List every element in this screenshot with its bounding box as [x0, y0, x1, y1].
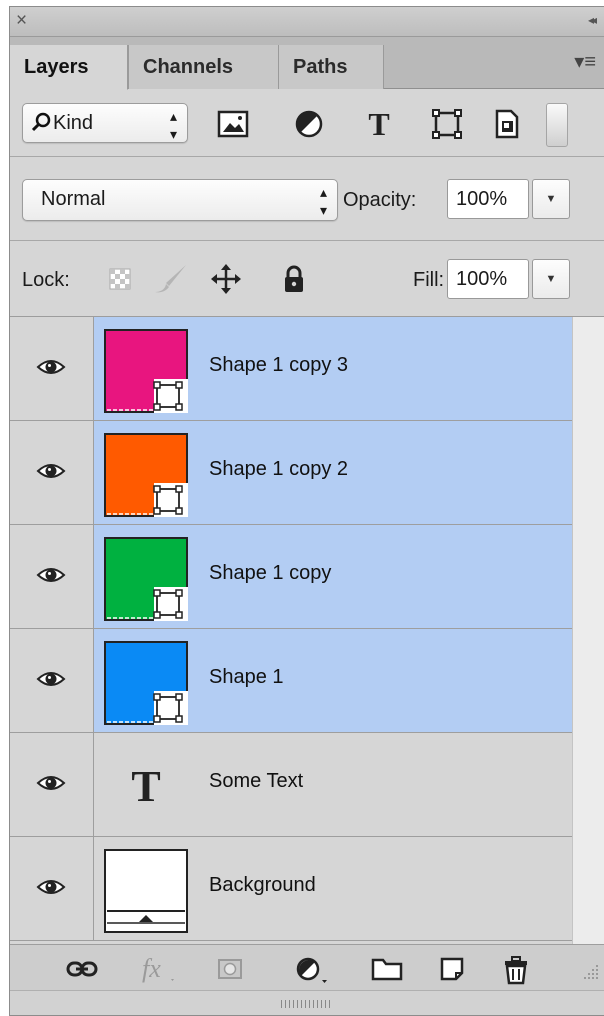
- tab-channels[interactable]: Channels: [128, 45, 279, 89]
- visibility-toggle[interactable]: [10, 421, 94, 524]
- collapse-panel-icon[interactable]: ◂◂: [588, 13, 597, 27]
- lock-image-pixels-icon[interactable]: [150, 263, 186, 295]
- fill-dropdown-button[interactable]: ▼: [532, 259, 570, 299]
- delete-layer-icon[interactable]: [502, 955, 530, 985]
- eye-icon: [36, 880, 66, 894]
- search-icon: [31, 104, 51, 155]
- eye-icon: [36, 464, 66, 478]
- filter-kind-label: Kind: [53, 112, 94, 134]
- link-layers-icon[interactable]: [66, 955, 98, 983]
- grip-icon: [281, 1000, 331, 1008]
- text-layer-icon: T: [104, 745, 188, 829]
- eye-icon: [36, 672, 66, 686]
- layer-filter-row: Kind ▴ ▾ T: [10, 89, 604, 157]
- layers-list: Shape 1 copy 3 Shape 1 copy 2 Shape 1 copy…: [10, 317, 572, 944]
- blend-mode-select[interactable]: Normal ▴ ▾: [22, 179, 338, 221]
- lock-row: Lock: Fill: 100% ▼: [10, 241, 604, 317]
- layer-name[interactable]: Shape 1 copy 3: [209, 354, 348, 377]
- visibility-toggle[interactable]: [10, 733, 94, 836]
- shape-layer-filter-icon[interactable]: [430, 107, 464, 141]
- layer-style-fx-icon[interactable]: fx: [138, 954, 178, 983]
- svg-text:fx: fx: [142, 955, 161, 983]
- layer-name[interactable]: Shape 1: [209, 666, 284, 689]
- blend-mode-value: Normal: [41, 188, 106, 210]
- shape-layer-thumbnail: [104, 433, 188, 517]
- close-panel-icon[interactable]: ×: [16, 10, 27, 32]
- layer-row[interactable]: Shape 1: [10, 629, 572, 733]
- tab-paths[interactable]: Paths: [278, 45, 384, 89]
- resize-grip-icon[interactable]: [580, 961, 600, 981]
- smart-object-filter-icon[interactable]: [490, 107, 524, 141]
- pixel-layer-filter-icon[interactable]: [216, 107, 250, 141]
- layers-panel: × ◂◂ Layers Channels Paths ▾≡ Kind ▴▾ T: [9, 6, 604, 1016]
- panel-resize-handle[interactable]: [10, 990, 604, 1015]
- adjustment-layer-filter-icon[interactable]: [292, 107, 326, 141]
- visibility-toggle[interactable]: [10, 629, 94, 732]
- panel-menu-icon[interactable]: ▾≡: [574, 49, 596, 74]
- blend-mode-row: Normal ▴ ▾ Opacity: 100% ▼: [10, 157, 604, 241]
- new-group-icon[interactable]: [370, 955, 404, 983]
- shape-layer-thumbnail: [104, 329, 188, 413]
- new-adjustment-layer-icon[interactable]: [294, 955, 334, 983]
- svg-text:T: T: [131, 762, 160, 811]
- visibility-toggle[interactable]: [10, 317, 94, 420]
- layer-row[interactable]: Background: [10, 837, 572, 941]
- layer-row[interactable]: Shape 1 copy 3: [10, 317, 572, 421]
- layer-name[interactable]: Shape 1 copy 2: [209, 458, 348, 481]
- background-layer-thumbnail: [104, 849, 188, 933]
- type-layer-filter-icon[interactable]: T: [362, 106, 396, 142]
- lock-transparent-pixels-icon[interactable]: [106, 263, 138, 295]
- layers-bottom-toolbar: fx: [10, 944, 604, 990]
- fill-label: Fill:: [413, 269, 445, 291]
- select-arrows-icon: ▴ ▾: [169, 108, 177, 142]
- shape-layer-thumbnail: [104, 537, 188, 621]
- layer-row[interactable]: Shape 1 copy 2: [10, 421, 572, 525]
- opacity-input[interactable]: 100%: [447, 179, 529, 219]
- filter-toggle-switch[interactable]: [546, 103, 568, 147]
- filter-kind-select[interactable]: Kind ▴ ▾: [22, 103, 188, 143]
- layer-row[interactable]: Shape 1 copy: [10, 525, 572, 629]
- layer-name[interactable]: Shape 1 copy: [209, 562, 331, 585]
- visibility-toggle[interactable]: [10, 525, 94, 628]
- lock-position-icon[interactable]: [210, 263, 242, 295]
- eye-icon: [36, 776, 66, 790]
- opacity-dropdown-button[interactable]: ▼: [532, 179, 570, 219]
- eye-icon: [36, 568, 66, 582]
- svg-text:T: T: [368, 107, 389, 141]
- lock-all-icon[interactable]: [278, 263, 310, 295]
- layers-list-scrollbar[interactable]: [572, 317, 604, 944]
- add-mask-icon[interactable]: [216, 955, 244, 983]
- lock-label: Lock:: [22, 269, 70, 291]
- select-arrows-icon: ▴ ▾: [319, 184, 327, 218]
- panel-title-bar: × ◂◂: [10, 7, 604, 37]
- fill-input[interactable]: 100%: [447, 259, 529, 299]
- tab-layers[interactable]: Layers: [10, 45, 128, 90]
- opacity-label: Opacity:: [343, 189, 417, 211]
- visibility-toggle[interactable]: [10, 837, 94, 940]
- layer-name[interactable]: Some Text: [209, 770, 303, 793]
- panel-tab-bar: Layers Channels Paths ▾≡: [10, 37, 604, 90]
- new-layer-icon[interactable]: [438, 955, 466, 983]
- layer-row[interactable]: T Some Text: [10, 733, 572, 837]
- shape-layer-thumbnail: [104, 641, 188, 725]
- layer-name[interactable]: Background: [209, 874, 316, 897]
- eye-icon: [36, 360, 66, 374]
